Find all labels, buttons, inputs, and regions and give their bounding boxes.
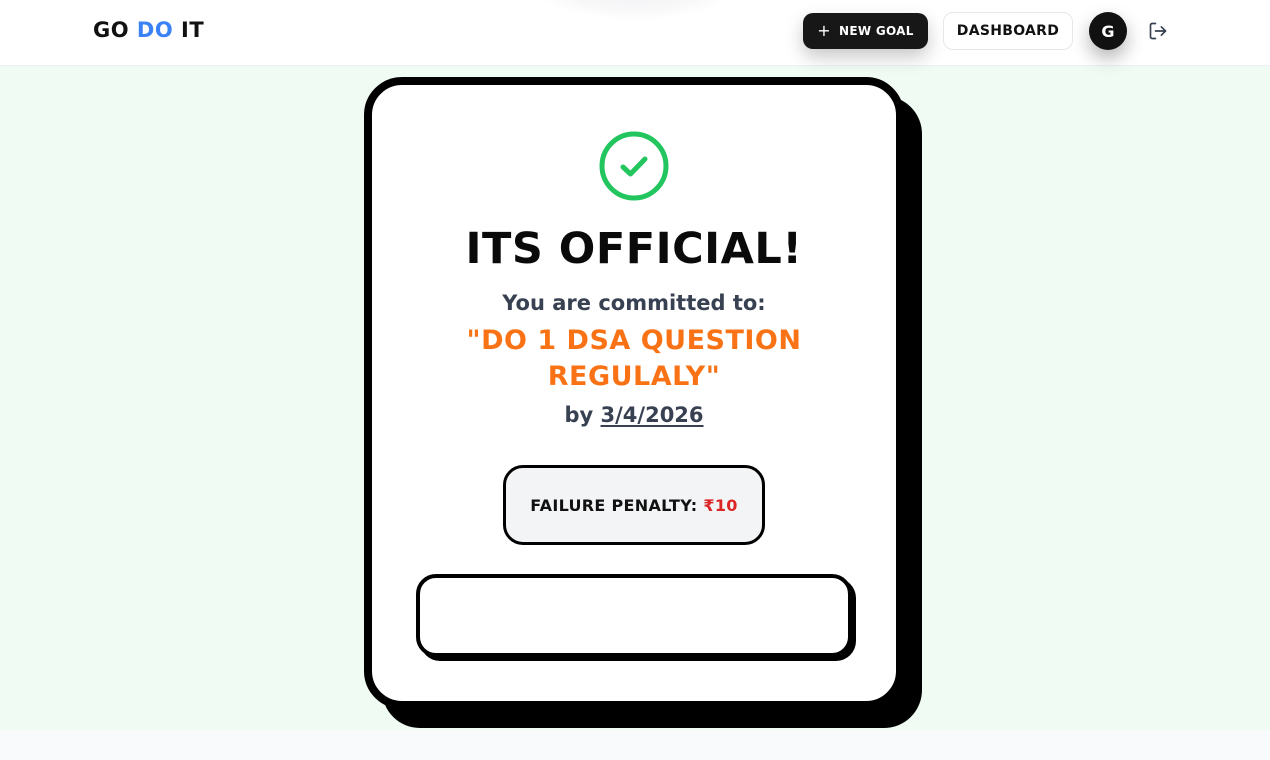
app-logo[interactable]: GO DO IT: [93, 18, 204, 42]
user-avatar[interactable]: G: [1089, 12, 1127, 50]
new-goal-button[interactable]: + NEW GOAL: [803, 13, 928, 49]
footer-strip: [0, 730, 1270, 760]
new-goal-label: NEW GOAL: [839, 24, 914, 38]
plus-icon: +: [817, 21, 831, 40]
penalty-badge: FAILURE PENALTY: ₹10: [503, 465, 765, 545]
deadline-date: 3/4/2026: [600, 403, 704, 427]
logout-icon[interactable]: [1148, 21, 1168, 41]
penalty-amount: ₹10: [703, 495, 738, 515]
goal-text: "DO 1 DSA QUESTION REGULALY": [466, 325, 802, 392]
avatar-initial: G: [1101, 21, 1115, 41]
deadline: by 3/4/2026: [364, 403, 904, 427]
logo-word-do: DO: [136, 18, 174, 42]
check-circle-icon: [599, 131, 669, 201]
dashboard-button[interactable]: DASHBOARD: [943, 12, 1073, 50]
dashboard-label: DASHBOARD: [956, 23, 1060, 39]
deadline-prefix: by: [564, 403, 594, 427]
committed-label: You are committed to:: [502, 291, 766, 315]
header-decoration: [515, 0, 755, 20]
logo-word-go: GO: [93, 18, 130, 42]
confirmation-title: ITS OFFICIAL!: [465, 224, 803, 274]
penalty-label: FAILURE PENALTY:: [530, 495, 698, 515]
action-button[interactable]: [416, 574, 852, 657]
logo-word-it: IT: [181, 18, 205, 42]
top-navbar: GO DO IT + NEW GOAL DASHBOARD G: [0, 0, 1270, 66]
